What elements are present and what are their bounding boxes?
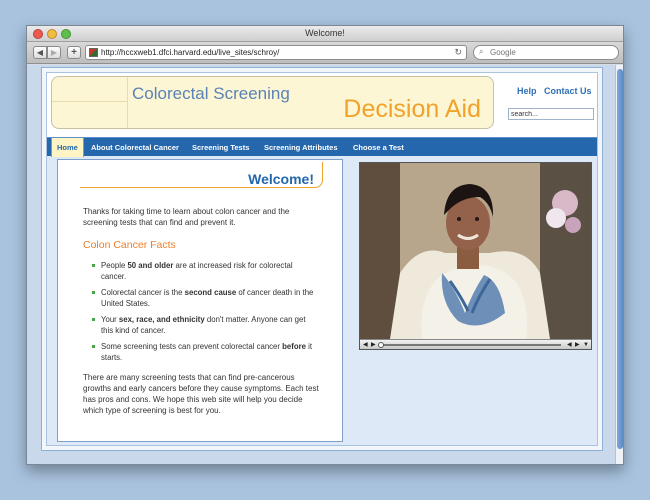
- facts-heading: Colon Cancer Facts: [83, 239, 176, 251]
- nav-item-screening-attributes[interactable]: Screening Attributes: [264, 138, 337, 157]
- site-title-line1: Colorectal Screening: [132, 84, 290, 103]
- video-still-image: [360, 163, 591, 339]
- fullscreen-icon[interactable]: ▶: [575, 340, 580, 350]
- contact-us-link[interactable]: Contact Us: [544, 86, 592, 96]
- forward-button[interactable]: ▶: [47, 46, 61, 59]
- nav-item-home[interactable]: Home: [51, 138, 84, 157]
- site-title-line2: Decision Aid: [343, 95, 481, 123]
- video-progress-track[interactable]: [381, 344, 561, 346]
- nav-item-screening-tests[interactable]: Screening Tests: [192, 138, 249, 157]
- browser-search-input[interactable]: [490, 47, 610, 58]
- page-heading: Welcome!: [248, 171, 314, 187]
- video-frame[interactable]: [360, 163, 591, 339]
- play-icon[interactable]: ▶: [371, 340, 376, 350]
- title-bar: Welcome!: [27, 26, 623, 42]
- reload-icon[interactable]: ↻: [454, 47, 462, 58]
- browser-search-field[interactable]: ⌕: [473, 45, 619, 60]
- banner-decoration: [52, 77, 128, 128]
- video-controls: ◀ ▶ ◀ ▶ ▼: [360, 339, 591, 349]
- video-player[interactable]: ◀ ▶ ◀ ▶ ▼: [359, 162, 592, 350]
- back-arrow-icon: ◀: [36, 48, 44, 57]
- intro-text: Thanks for taking time to learn about co…: [83, 207, 290, 227]
- window-title: Welcome!: [305, 28, 345, 38]
- site-inner: Colorectal Screening Decision Aid Help C…: [46, 72, 598, 446]
- forward-arrow-icon: ▶: [50, 48, 58, 57]
- browser-window: Welcome! ◀ ▶ + http://hccxweb1.dfci.harv…: [26, 25, 624, 465]
- favicon: [89, 48, 98, 57]
- list-item: Colorectal cancer is the second cause of…: [92, 287, 316, 309]
- back-button[interactable]: ◀: [33, 46, 47, 59]
- browser-toolbar: ◀ ▶ + http://hccxweb1.dfci.harvard.edu/l…: [27, 42, 623, 64]
- address-bar[interactable]: http://hccxweb1.dfci.harvard.edu/live_si…: [85, 45, 467, 60]
- vertical-scrollbar[interactable]: [615, 65, 623, 464]
- plus-icon: +: [71, 47, 77, 58]
- url-text[interactable]: http://hccxweb1.dfci.harvard.edu/live_si…: [101, 48, 279, 57]
- site-title-banner: Colorectal Screening Decision Aid: [51, 76, 494, 129]
- chevron-down-icon[interactable]: ▼: [583, 340, 589, 350]
- list-item: Your sex, race, and ethnicity don't matt…: [92, 314, 316, 336]
- list-item: People 50 and older are at increased ris…: [92, 260, 316, 282]
- volume-icon[interactable]: ◀: [363, 340, 368, 350]
- welcome-panel: Welcome! Thanks for taking time to learn…: [57, 159, 343, 442]
- search-icon: ⌕: [479, 47, 484, 56]
- help-link[interactable]: Help: [517, 86, 537, 96]
- heading-underline: Welcome!: [80, 162, 323, 188]
- page-viewport: Colorectal Screening Decision Aid Help C…: [27, 65, 617, 464]
- new-tab-button[interactable]: +: [67, 46, 81, 59]
- list-item: Some screening tests can prevent colorec…: [92, 341, 316, 363]
- site-frame: Colorectal Screening Decision Aid Help C…: [41, 67, 603, 451]
- outro-text: There are many screening tests that can …: [83, 373, 319, 415]
- site-search-input[interactable]: [508, 108, 594, 120]
- main-nav: Home About Colorectal Cancer Screening T…: [47, 137, 597, 157]
- nav-item-choose-a-test[interactable]: Choose a Test: [353, 138, 404, 157]
- scrollbar-thumb[interactable]: [617, 69, 623, 449]
- site-header: Colorectal Screening Decision Aid Help C…: [47, 73, 597, 137]
- nav-item-about-colorectal-cancer[interactable]: About Colorectal Cancer: [91, 138, 179, 157]
- facts-list: People 50 and older are at increased ris…: [92, 260, 316, 368]
- video-scrubber[interactable]: [378, 342, 384, 348]
- mute-icon[interactable]: ◀: [567, 340, 572, 350]
